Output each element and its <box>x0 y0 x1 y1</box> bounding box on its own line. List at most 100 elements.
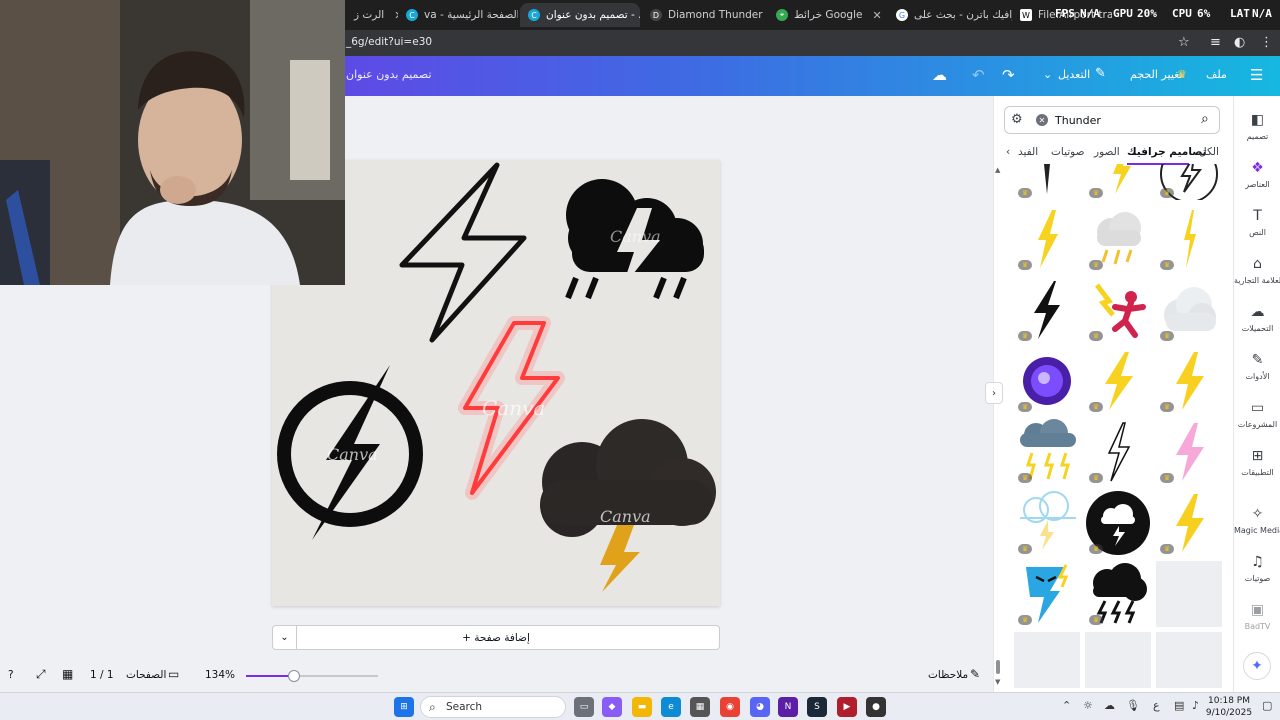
hamburger-menu-icon[interactable]: ☰ <box>1250 66 1263 84</box>
scrollbar-thumb[interactable] <box>996 660 1000 674</box>
tab-2[interactable]: C va - الصفحة الرئيسية ✕ <box>398 3 518 27</box>
result-item[interactable]: ♛ <box>1014 164 1080 200</box>
taskbar-search[interactable]: ⌕ Search <box>420 696 566 718</box>
next-app-icon[interactable]: N <box>778 697 798 717</box>
chrome-icon[interactable]: ◉ <box>720 697 740 717</box>
notifications-icon[interactable]: ▢ <box>1262 699 1272 712</box>
result-item[interactable]: ♛ <box>1085 206 1151 272</box>
scroll-up-icon[interactable]: ▲ <box>995 166 1000 174</box>
resize-button[interactable]: تغيير الحجم <box>1130 68 1183 81</box>
result-item[interactable]: ♛ <box>1014 277 1080 343</box>
task-view-icon[interactable]: ▭ <box>574 697 594 717</box>
store-icon[interactable]: ▦ <box>690 697 710 717</box>
results-scrollbar[interactable]: ▲ ▼ <box>995 166 1001 686</box>
tab-3-active[interactable]: C تصميم بدون عنوان - ... ✕ <box>520 3 640 27</box>
copilot-icon[interactable]: ◆ <box>602 697 622 717</box>
steam-icon[interactable]: S <box>807 697 827 717</box>
search-box[interactable]: ⚙ ✕ Thunder ⌕ <box>1004 106 1220 134</box>
notes-icon[interactable]: ✎ <box>970 667 980 681</box>
result-item[interactable]: ♛ <box>1085 164 1151 200</box>
tab-photos[interactable]: الصور <box>1094 146 1120 158</box>
result-item[interactable]: ♛ <box>1085 419 1151 485</box>
edit-chevron-icon[interactable]: ⌄ <box>1043 68 1052 81</box>
magic-assistant-icon[interactable]: ✦ <box>1243 652 1271 680</box>
cloud-sync-icon[interactable]: ☁ <box>932 66 947 84</box>
rail-item-elements[interactable]: ❖ العناصر <box>1234 160 1280 189</box>
menu-dots-icon[interactable]: ⋮ <box>1260 35 1273 50</box>
pages-icon[interactable]: ▭ <box>168 667 179 681</box>
result-item[interactable]: ♛ <box>1156 206 1222 272</box>
document-title[interactable]: تصميم بدون عنوان <box>346 68 432 81</box>
system-clock[interactable]: 10:18 PM 9/10/2025 <box>1200 695 1258 719</box>
reading-list-icon[interactable]: ≡ <box>1210 35 1221 50</box>
pages-button[interactable]: الصفحات <box>126 669 166 681</box>
result-item[interactable]: ♛ <box>1156 164 1222 200</box>
fullscreen-icon[interactable]: ⤢ <box>36 667 46 682</box>
video-app-icon[interactable]: ▶ <box>837 697 857 717</box>
tab-all[interactable]: الكل <box>1199 146 1219 158</box>
result-item[interactable]: ♛ <box>1085 490 1151 556</box>
rail-item-projects[interactable]: ▭ المشروعات <box>1234 400 1280 429</box>
obs-record-icon[interactable]: ● <box>866 697 886 717</box>
notes-button[interactable]: ملاحظات <box>928 669 968 681</box>
tab-videos[interactable]: الفيد <box>1018 146 1038 158</box>
rail-item-design[interactable]: ◧ تصميم <box>1234 112 1280 141</box>
result-item[interactable]: ♛ <box>1014 419 1080 485</box>
tabs-scroll-left-icon[interactable]: ‹ <box>1006 146 1010 158</box>
rail-item-apps[interactable]: ⊞ التطبيقات <box>1234 448 1280 477</box>
rail-item-badtv[interactable]: ▣ BadTV <box>1234 602 1280 631</box>
result-item[interactable]: ♛ <box>1156 348 1222 414</box>
tray-expand-chevron-icon[interactable]: ⌃ <box>1062 699 1071 712</box>
input-language[interactable]: ع <box>1153 699 1160 712</box>
add-page-button[interactable]: ⌄ + إضافة صفحة <box>272 625 720 650</box>
rail-item-brand[interactable]: ⌂ العلامة التجارية <box>1234 256 1280 285</box>
tab-1[interactable]: الرت ز ✕ <box>346 3 398 27</box>
tab-graphics[interactable]: تصاميم جرافيك <box>1127 146 1207 158</box>
rail-item-audio[interactable]: ♫ صوتيات <box>1234 554 1280 583</box>
windows-start-icon[interactable]: ⊞ <box>394 697 414 717</box>
search-icon[interactable]: ⌕ <box>1201 111 1209 127</box>
result-item[interactable]: ♛ <box>1156 490 1222 556</box>
result-item[interactable]: ♛ <box>1014 348 1080 414</box>
bookmark-star-icon[interactable]: ☆ <box>1178 35 1190 50</box>
clear-search-icon[interactable]: ✕ <box>1036 114 1048 126</box>
rail-item-text[interactable]: T النص <box>1234 208 1280 237</box>
grid-view-icon[interactable]: ▦ <box>62 667 73 681</box>
help-icon[interactable]: ? <box>8 669 14 681</box>
tab-audio[interactable]: صوتيات <box>1051 146 1085 158</box>
result-item[interactable]: ♛ <box>1156 419 1222 485</box>
result-item[interactable]: ♛ <box>1014 206 1080 272</box>
file-menu[interactable]: ملف <box>1206 68 1227 81</box>
rail-item-magic-media[interactable]: ✧ Magic Media <box>1234 506 1280 535</box>
watercolor-cloud-graphic[interactable] <box>540 419 716 592</box>
brightness-icon[interactable]: ☼ <box>1083 699 1093 712</box>
edit-menu[interactable]: التعديل <box>1058 68 1090 81</box>
tab-6[interactable]: G ترافيك باترن - بحث على ✕ <box>888 3 1012 27</box>
result-item[interactable]: ♛ <box>1085 561 1151 627</box>
chevron-down-icon[interactable]: ⌄ <box>273 626 297 649</box>
result-item[interactable]: ♛ <box>1156 277 1222 343</box>
filter-icon[interactable]: ⚙ <box>1011 112 1023 127</box>
undo-icon[interactable]: ↶ <box>972 66 985 84</box>
tab-5[interactable]: ⌖ خرائط Google ✕ <box>768 3 886 27</box>
rail-item-tools[interactable]: ✎ الأدوات <box>1234 352 1280 381</box>
close-icon[interactable]: ✕ <box>872 9 881 22</box>
url-text[interactable]: _6g/edit?ui=e30 <box>346 36 432 48</box>
rail-item-uploads[interactable]: ☁ التحميلات <box>1234 304 1280 333</box>
zoom-slider-handle[interactable] <box>287 670 300 682</box>
file-explorer-icon[interactable]: ▬ <box>632 697 652 717</box>
result-item[interactable]: ♛ <box>1085 277 1151 343</box>
tab-4[interactable]: D Diamond Thunder Lo <box>642 3 766 27</box>
outline-bolt-graphic[interactable] <box>399 162 527 343</box>
edge-browser-icon[interactable]: e <box>661 697 681 717</box>
profile-avatar-icon[interactable]: ◐ <box>1234 35 1245 50</box>
microphone-icon[interactable]: 🎙 <box>1126 699 1140 712</box>
result-item[interactable]: ♛ <box>1014 561 1080 627</box>
zoom-level[interactable]: 134% <box>205 669 235 681</box>
zoom-slider-track[interactable] <box>246 670 378 682</box>
search-input[interactable]: Thunder <box>1055 114 1101 127</box>
scroll-down-icon[interactable]: ▼ <box>995 678 1000 686</box>
redo-icon[interactable]: ↷ <box>1002 66 1015 84</box>
volume-icon[interactable]: ♪ <box>1192 699 1199 712</box>
network-icon[interactable]: ▤ <box>1174 699 1184 712</box>
